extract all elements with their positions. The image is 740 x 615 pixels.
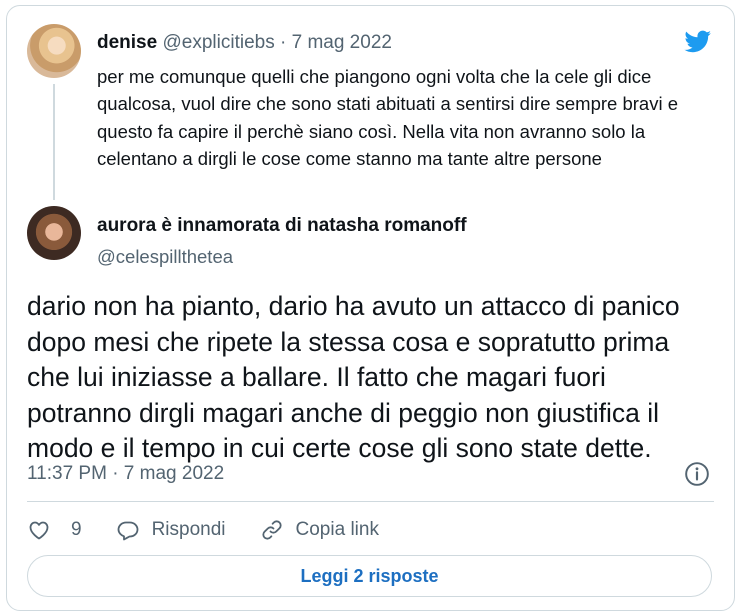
action-bar: 9 Rispondi Copia link: [27, 516, 413, 544]
author-handle[interactable]: @celespillthetea: [97, 244, 233, 270]
quoted-user-name[interactable]: denise: [97, 32, 157, 53]
copy-link-label: Copia link: [295, 519, 379, 540]
quoted-tweet-header: denise @explicitiebs · 7 mag 2022: [97, 30, 392, 56]
quoted-user-handle[interactable]: @explicitiebs: [162, 32, 274, 53]
quoted-tweet-date[interactable]: 7 mag 2022: [292, 32, 392, 53]
reply-button[interactable]: Rispondi: [116, 518, 226, 542]
read-replies-button[interactable]: Leggi 2 risposte: [27, 555, 712, 597]
reply-label: Rispondi: [151, 519, 226, 540]
like-count: 9: [71, 519, 82, 540]
header-separator: ·: [274, 32, 292, 53]
thread-connector-line: [53, 84, 55, 200]
author-avatar[interactable]: [27, 206, 81, 260]
copy-link-button[interactable]: Copia link: [260, 518, 379, 542]
quoted-tweet-text: per me comunque quelli che piangono ogni…: [97, 66, 678, 170]
heart-icon: [29, 521, 49, 540]
info-icon[interactable]: [684, 461, 710, 487]
embedded-tweet-card: denise @explicitiebs · 7 mag 2022 per me…: [6, 5, 735, 611]
twitter-bird-icon[interactable]: [682, 28, 714, 55]
like-button[interactable]: 9: [27, 518, 82, 542]
divider: [27, 501, 714, 502]
tweet-text: dario non ha pianto, dario ha avuto un a…: [27, 291, 680, 463]
tweet-timestamp[interactable]: 11:37 PM · 7 mag 2022: [27, 461, 224, 487]
reply-bubble-icon: [117, 521, 138, 541]
quoted-user-avatar[interactable]: [27, 24, 81, 78]
link-icon: [261, 520, 282, 540]
author-name[interactable]: aurora è innamorata di natasha romanoff: [97, 213, 467, 239]
